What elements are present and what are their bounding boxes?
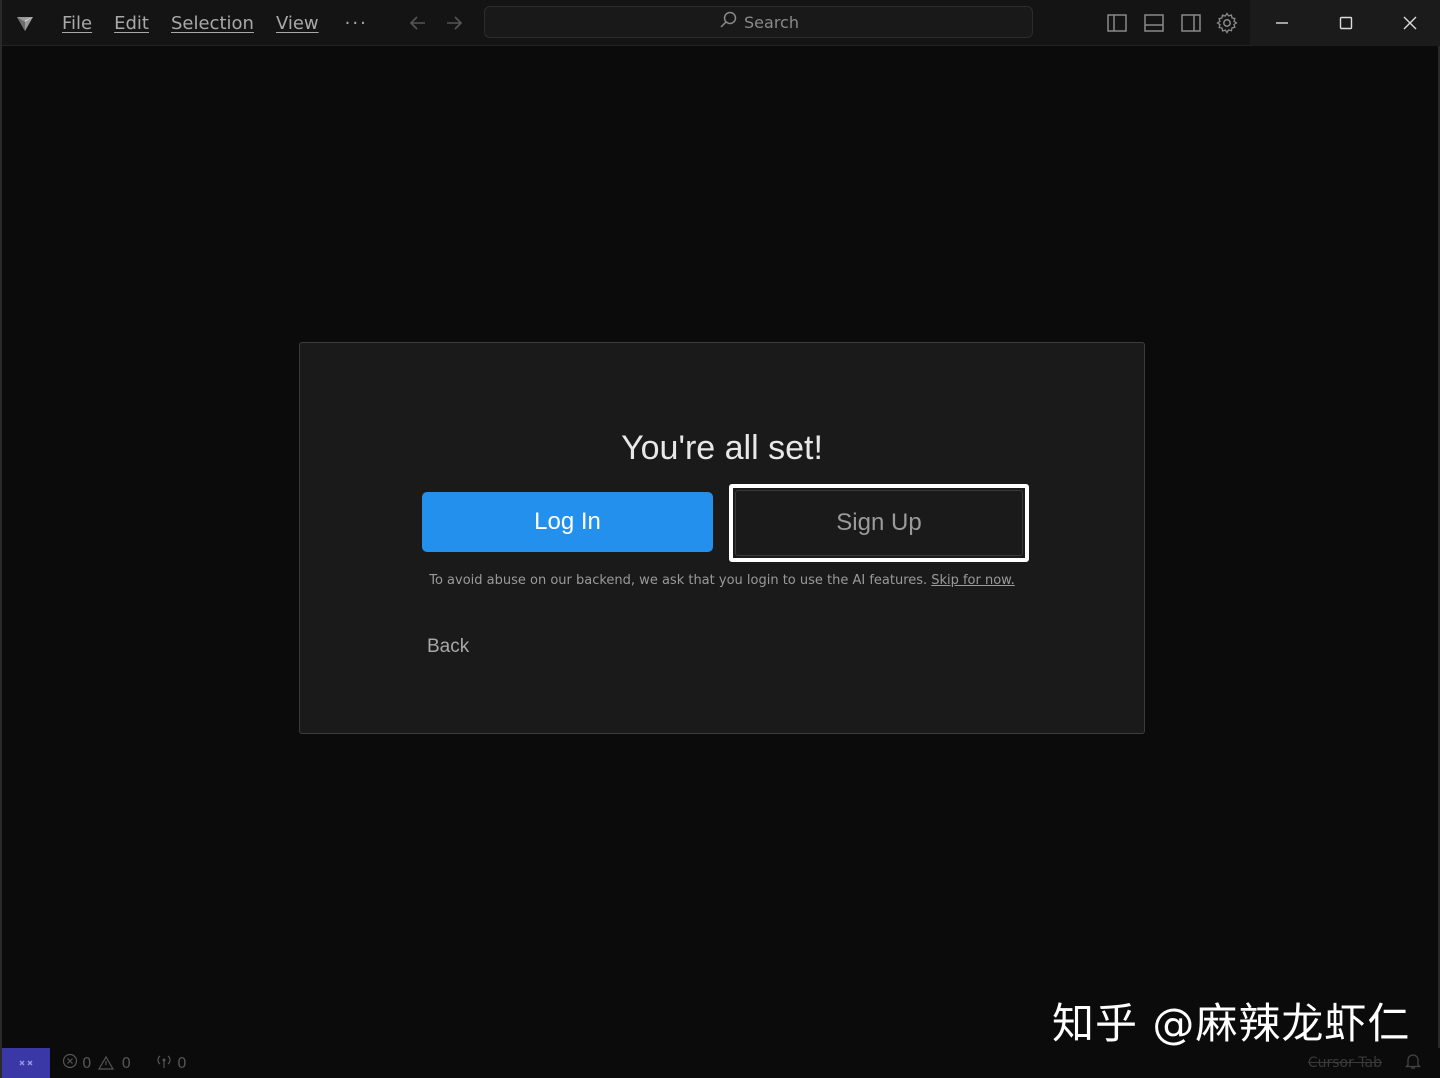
command-search-box[interactable]: Search — [484, 6, 1033, 38]
error-count: 0 — [82, 1054, 92, 1072]
warning-icon — [97, 1055, 118, 1071]
cursor-logo-icon — [14, 12, 36, 34]
menu-more-button[interactable]: ··· — [345, 13, 368, 34]
app-window: File Edit Selection View ··· Search You'… — [0, 0, 1440, 1078]
login-notice: To avoid abuse on our backend, we ask th… — [300, 573, 1144, 588]
problems-status[interactable]: 0 0 — [62, 1053, 131, 1073]
ports-status[interactable]: 0 — [155, 1053, 187, 1073]
menu-file[interactable]: File — [62, 13, 92, 34]
zhihu-watermark: 知乎 @麻辣龙虾仁 — [1052, 999, 1411, 1048]
close-button[interactable] — [1378, 0, 1440, 46]
maximize-button[interactable] — [1314, 0, 1378, 46]
back-arrow-icon[interactable] — [407, 12, 429, 34]
toggle-primary-sidebar-icon[interactable] — [1105, 11, 1129, 35]
sign-up-button[interactable]: Sign Up — [729, 484, 1029, 562]
search-icon — [718, 10, 744, 34]
sign-up-label: Sign Up — [735, 490, 1023, 556]
skip-for-now-link[interactable]: Skip for now. — [931, 573, 1015, 588]
login-dialog: You're all set! Log In Sign Up To avoid … — [299, 342, 1145, 734]
window-controls — [1250, 0, 1440, 46]
remote-indicator-button[interactable] — [2, 1048, 50, 1078]
cursor-tab-status[interactable]: Cursor Tab — [1308, 1055, 1382, 1071]
title-bar: File Edit Selection View ··· Search — [2, 0, 1440, 46]
forward-arrow-icon[interactable] — [443, 12, 465, 34]
log-in-button[interactable]: Log In — [422, 492, 713, 552]
status-right: Cursor Tab — [1308, 1048, 1422, 1078]
minimize-button[interactable] — [1250, 0, 1314, 46]
dialog-title: You're all set! — [621, 429, 823, 467]
toggle-secondary-sidebar-icon[interactable] — [1179, 11, 1203, 35]
error-icon — [62, 1053, 82, 1073]
menu-view[interactable]: View — [276, 13, 319, 34]
back-button[interactable]: Back — [427, 636, 469, 658]
ports-count: 0 — [177, 1054, 187, 1072]
bell-icon[interactable] — [1404, 1052, 1422, 1074]
status-bar: 0 0 0 Cursor Tab — [2, 1048, 1440, 1078]
menu-edit[interactable]: Edit — [114, 13, 149, 34]
notice-text: To avoid abuse on our backend, we ask th… — [429, 573, 928, 588]
broadcast-icon — [155, 1053, 177, 1073]
warning-count: 0 — [121, 1054, 132, 1072]
toggle-panel-icon[interactable] — [1142, 11, 1166, 35]
menu-bar: File Edit Selection View ··· — [62, 0, 368, 46]
search-placeholder: Search — [744, 12, 799, 32]
gear-icon[interactable] — [1215, 11, 1239, 35]
menu-selection[interactable]: Selection — [171, 13, 254, 34]
